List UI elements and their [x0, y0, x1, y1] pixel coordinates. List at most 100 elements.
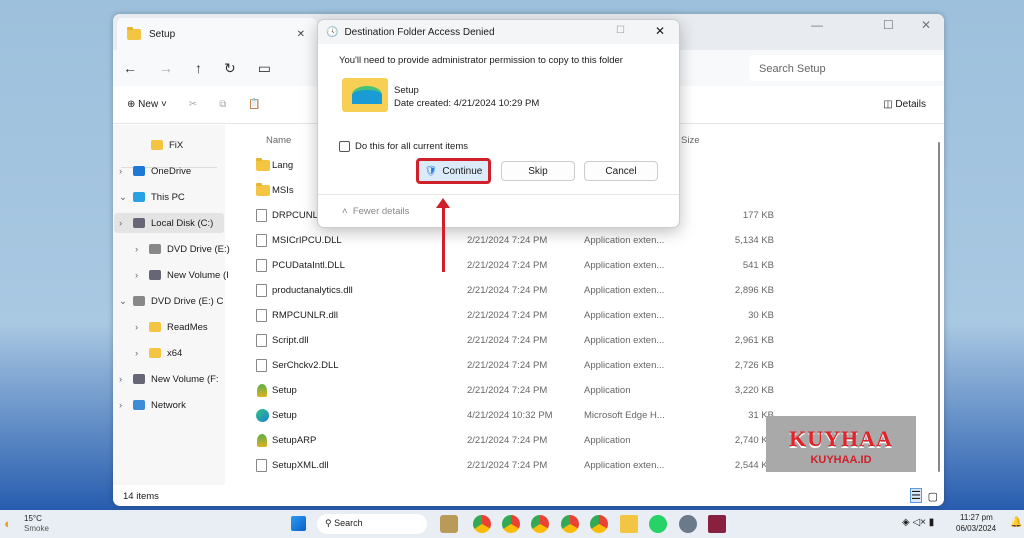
dll-file-icon [256, 333, 267, 347]
sidebar-item-label: OneDrive [151, 165, 192, 177]
chevron-down-icon[interactable]: ⌄ [119, 296, 127, 307]
dialog-close-button[interactable]: ✕ [655, 24, 665, 38]
clock-date[interactable]: 06/03/2024 [956, 524, 996, 533]
maximize-button[interactable]: ☐ [883, 18, 894, 32]
winrar-icon[interactable] [708, 515, 726, 533]
chevron-right-icon[interactable]: › [135, 348, 143, 359]
cut-icon[interactable]: ✂ [189, 99, 197, 110]
chrome-profile-icon[interactable] [502, 515, 520, 533]
fewer-details-toggle[interactable]: ˄ Fewer details [342, 206, 409, 217]
file-name: Lang [272, 159, 294, 171]
uac-shield-icon: 🛡 [424, 165, 438, 177]
skip-button[interactable]: Skip [501, 161, 575, 181]
file-row[interactable]: RMPCUNLR.dll 2/21/2024 7:24 PM Application… [256, 304, 774, 326]
forward-icon[interactable]: → [159, 60, 173, 76]
file-row[interactable]: Setup 4/21/2024 10:32 PM Microsoft Edge H.… [256, 404, 774, 426]
weather-icon[interactable]: ◐ [4, 516, 12, 531]
search-input[interactable]: Search Setup [749, 55, 944, 81]
chevron-down-icon[interactable]: ⌄ [119, 192, 127, 203]
access-denied-dialog: 🕓 Destination Folder Access Denied ☐ ✕ Y… [317, 19, 680, 228]
settings-icon[interactable] [679, 515, 697, 533]
file-explorer-icon[interactable] [620, 515, 638, 533]
cancel-button[interactable]: Cancel [584, 161, 658, 181]
file-date: 2/21/2024 7:24 PM [467, 434, 548, 446]
file-row[interactable]: SetupXML.dll 2/21/2024 7:24 PM Application… [256, 454, 774, 476]
chevron-right-icon[interactable]: › [119, 218, 127, 229]
paste-icon[interactable]: 📋 [248, 99, 260, 110]
view-icon[interactable]: ▭ [258, 60, 271, 77]
file-row[interactable]: SetupARP 2/21/2024 7:24 PM Application 2,74… [256, 429, 774, 451]
details-view-icon[interactable]: ☰ [910, 488, 922, 503]
sidebar-item-label: DVD Drive (E:) [167, 243, 230, 255]
sidebar-item[interactable]: › ReadMes [135, 317, 208, 337]
continue-button[interactable]: 🛡 Continue [416, 158, 491, 184]
details-button[interactable]: ◫ Details [883, 99, 926, 110]
chrome-profile-icon[interactable] [590, 515, 608, 533]
sidebar-item[interactable]: › New Volume (I [135, 265, 229, 285]
close-tab-icon[interactable]: ✕ [297, 29, 305, 40]
back-icon[interactable]: ← [123, 60, 137, 76]
minimize-button[interactable]: — [811, 18, 823, 32]
checkbox-icon[interactable] [339, 141, 350, 152]
file-row[interactable]: SerChckv2.DLL 2/21/2024 7:24 PM Applicatio… [256, 354, 774, 376]
chevron-right-icon[interactable]: › [119, 400, 127, 411]
chevron-right-icon[interactable]: › [135, 270, 143, 281]
file-row[interactable]: PCUDataIntl.DLL 2/21/2024 7:24 PM Applicat… [256, 254, 774, 276]
sidebar-item[interactable]: › Network [119, 395, 186, 415]
dialog-title: Destination Folder Access Denied [344, 26, 495, 38]
chevron-right-icon[interactable]: › [119, 166, 127, 177]
copy-icon[interactable]: ⧉ [219, 99, 226, 110]
chevron-right-icon[interactable]: › [135, 322, 143, 333]
sidebar-item[interactable]: ⌄ DVD Drive (E:) C [119, 291, 223, 311]
chrome-profile-icon[interactable] [531, 515, 549, 533]
start-button[interactable] [291, 516, 306, 531]
file-row[interactable]: Script.dll 2/21/2024 7:24 PM Application e… [256, 329, 774, 351]
clock-time[interactable]: 11:27 pm [960, 513, 993, 522]
new-button[interactable]: ⊕ New ˅ [127, 99, 167, 110]
chevron-right-icon[interactable]: › [135, 244, 143, 255]
item-name: Setup [394, 85, 419, 96]
close-button[interactable]: ✕ [921, 18, 931, 32]
sidebar-item[interactable]: › DVD Drive (E:) [135, 239, 230, 259]
up-icon[interactable]: ↑ [195, 60, 202, 76]
sidebar-item[interactable]: › x64 [135, 343, 182, 363]
chrome-icon[interactable] [473, 515, 491, 533]
scrollbar[interactable] [938, 142, 940, 472]
weather-desc: Smoke [24, 524, 49, 533]
tab-setup[interactable]: Setup ✕ [117, 18, 317, 50]
file-size: 2,961 KB [734, 334, 774, 346]
sidebar-item[interactable]: › OneDrive [119, 161, 191, 181]
chrome-profile-icon[interactable] [561, 515, 579, 533]
cloud-icon [133, 166, 145, 176]
taskbar-search[interactable]: ⚲ Search [317, 514, 427, 534]
notification-bell-icon[interactable]: 🔔 [1010, 517, 1022, 528]
tiles-view-icon[interactable]: ▢ [928, 490, 938, 503]
file-row[interactable]: productanalytics.dll 2/21/2024 7:24 PM App… [256, 279, 774, 301]
dll-file-icon [256, 283, 267, 297]
chevron-up-icon: ˄ [342, 206, 348, 217]
widget-icon[interactable] [440, 515, 458, 533]
file-row[interactable]: MSICrIPCU.DLL 2/21/2024 7:24 PM Applicatio… [256, 229, 774, 251]
folder-icon [256, 157, 270, 171]
whatsapp-icon[interactable] [649, 515, 667, 533]
sidebar-item[interactable]: ⌄ This PC [119, 187, 185, 207]
apply-all-checkbox[interactable]: Do this for all current items [339, 141, 468, 152]
sidebar-item[interactable]: › New Volume (F: [119, 369, 219, 389]
refresh-icon[interactable]: ↻ [224, 60, 236, 77]
file-row[interactable]: Setup 2/21/2024 7:24 PM Application 3,220 K… [256, 379, 774, 401]
file-type: Application exten... [584, 309, 665, 321]
watermark-title: KUYHAA [789, 426, 893, 451]
dialog-minimize-button[interactable]: ☐ [616, 25, 625, 36]
file-size: 2,896 KB [734, 284, 774, 296]
continue-label: Continue [442, 165, 483, 177]
file-name: SerChckv2.DLL [272, 359, 339, 371]
file-date: 2/21/2024 7:24 PM [467, 334, 548, 346]
wifi-icon[interactable]: ◈ ◁× ▮ [902, 517, 934, 528]
sidebar-item[interactable]: › Local Disk (C:) [114, 213, 224, 233]
column-header-size[interactable]: Size [681, 135, 699, 146]
column-header-name[interactable]: Name [266, 135, 291, 146]
file-name: PCUDataIntl.DLL [272, 259, 345, 271]
chevron-right-icon[interactable]: › [119, 374, 127, 385]
sidebar-item[interactable]: FiX [137, 135, 183, 155]
file-name: RMPCUNLR.dll [272, 309, 338, 321]
